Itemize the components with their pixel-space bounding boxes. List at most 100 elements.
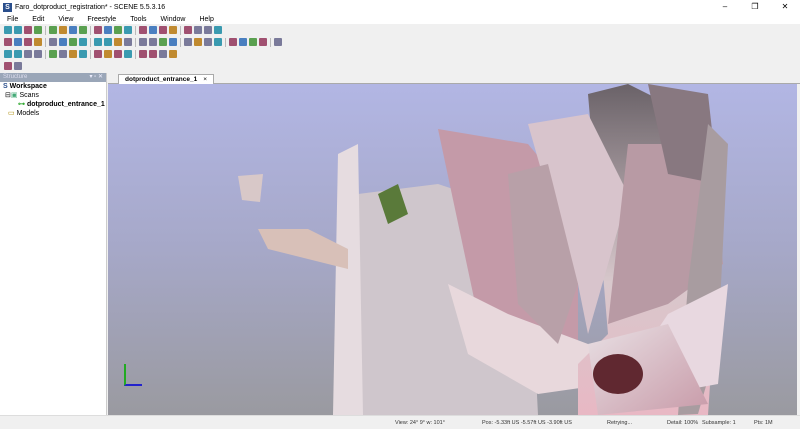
orbit-icon[interactable]	[124, 38, 132, 46]
3d-view-icon[interactable]	[69, 26, 77, 34]
filter-icon[interactable]	[169, 26, 177, 34]
unlink-icon[interactable]	[34, 38, 42, 46]
home-icon[interactable]	[94, 26, 102, 34]
toolbar-separator	[90, 37, 91, 47]
window-split-icon[interactable]	[169, 50, 177, 58]
line-icon[interactable]	[14, 50, 22, 58]
menu-window[interactable]: Window	[154, 16, 193, 23]
tab-close-icon[interactable]: ×	[203, 76, 207, 83]
rectangle-icon[interactable]	[69, 50, 77, 58]
camera-icon[interactable]	[159, 38, 167, 46]
menu-tools[interactable]: Tools	[123, 16, 153, 23]
register-icon[interactable]	[59, 38, 67, 46]
menu-view[interactable]: View	[51, 16, 80, 23]
status-bar: View: 24° 9° w: 101° Pos: -5.33ft US -5.…	[0, 415, 800, 429]
workspace-icon: S	[3, 83, 10, 90]
maximize-button[interactable]: ❐	[740, 0, 770, 14]
structure-icon[interactable]	[14, 62, 22, 70]
settings-icon[interactable]	[184, 26, 192, 34]
status-subsample: Subsample: 1	[702, 420, 736, 426]
toolbar-measure	[0, 48, 178, 60]
cube-front-icon[interactable]	[79, 38, 87, 46]
measure-icon[interactable]	[259, 38, 267, 46]
sphere-icon[interactable]	[14, 38, 22, 46]
cube-icon[interactable]	[214, 26, 222, 34]
grid-icon[interactable]	[204, 38, 212, 46]
cylinder-icon[interactable]	[114, 50, 122, 58]
save-icon[interactable]	[24, 26, 32, 34]
window-cascade-icon[interactable]	[159, 50, 167, 58]
toolbar-view	[0, 36, 283, 48]
circle-icon[interactable]	[104, 50, 112, 58]
layers-icon[interactable]	[4, 62, 12, 70]
window-title: Faro_dotproduct_registration* - SCENE 5.…	[15, 3, 166, 11]
cube-icon[interactable]	[204, 26, 212, 34]
print-icon[interactable]	[34, 26, 42, 34]
view-icon[interactable]	[159, 26, 167, 34]
toolbar-layers	[0, 60, 23, 72]
scan-icon[interactable]	[59, 26, 67, 34]
point-icon[interactable]	[4, 50, 12, 58]
pan-icon[interactable]	[149, 38, 157, 46]
scans-folder-icon: ▣	[10, 92, 18, 99]
toolbar-separator	[45, 49, 46, 59]
toolbar-separator	[135, 37, 136, 47]
3d-viewport[interactable]	[108, 84, 797, 415]
menu-freestyle[interactable]: Freestyle	[80, 16, 123, 23]
export-icon[interactable]	[124, 26, 132, 34]
help-icon[interactable]	[49, 26, 57, 34]
polygon-icon[interactable]	[34, 50, 42, 58]
tree-models[interactable]: ▭ Models	[0, 109, 106, 118]
toolbar-separator	[90, 25, 91, 35]
area-icon[interactable]	[49, 50, 57, 58]
mode-icon[interactable]	[194, 38, 202, 46]
scene-app-icon: S	[3, 2, 12, 12]
orbit-icon[interactable]	[114, 38, 122, 46]
tab-dotproduct-entrance[interactable]: dotproduct_entrance_1 ×	[118, 74, 215, 84]
grid-icon[interactable]	[229, 38, 237, 46]
close-button[interactable]: ✕	[770, 0, 800, 14]
point-cloud	[238, 84, 728, 415]
tree-workspace[interactable]: S Workspace	[0, 82, 106, 91]
layout-icon[interactable]	[149, 26, 157, 34]
flag-icon[interactable]	[94, 50, 102, 58]
minimize-button[interactable]: –	[710, 0, 740, 14]
cube-top-icon[interactable]	[104, 38, 112, 46]
panel-controls[interactable]: ▾ ▫ ✕	[90, 73, 104, 82]
window-icon[interactable]	[139, 50, 147, 58]
register-icon[interactable]	[69, 38, 77, 46]
redo-icon[interactable]	[114, 26, 122, 34]
2d-view-icon[interactable]	[79, 26, 87, 34]
line-icon[interactable]	[79, 50, 87, 58]
menu-help[interactable]: Help	[192, 16, 220, 23]
cube-icon[interactable]	[274, 38, 282, 46]
render-icon[interactable]	[184, 38, 192, 46]
angle-icon[interactable]	[59, 50, 67, 58]
tree-scans[interactable]: ⊟▣ Scans	[0, 91, 106, 100]
mesh-icon[interactable]	[169, 38, 177, 46]
new-project-icon[interactable]	[4, 26, 12, 34]
undo-icon[interactable]	[104, 26, 112, 34]
cube-side-icon[interactable]	[94, 38, 102, 46]
window-tile-icon[interactable]	[149, 50, 157, 58]
toolbar-separator	[90, 49, 91, 59]
menu-edit[interactable]: Edit	[25, 16, 51, 23]
link-icon[interactable]	[24, 38, 32, 46]
open-icon[interactable]	[14, 26, 22, 34]
status-detail: Detail: 100%	[667, 420, 699, 426]
axis-indicator-icon	[124, 364, 142, 386]
status-state: Retrying...	[607, 420, 633, 426]
target-icon[interactable]	[49, 38, 57, 46]
grid-icon[interactable]	[249, 38, 257, 46]
select-icon[interactable]	[4, 38, 12, 46]
globe-icon[interactable]	[194, 26, 202, 34]
toolbar-separator	[135, 49, 136, 59]
grid-icon[interactable]	[239, 38, 247, 46]
tree-scan-item[interactable]: ⊶ dotproduct_entrance_1	[0, 100, 106, 109]
import-icon[interactable]	[139, 26, 147, 34]
menu-file[interactable]: File	[0, 16, 25, 23]
corner-icon[interactable]	[124, 50, 132, 58]
grid-icon[interactable]	[214, 38, 222, 46]
zoom-icon[interactable]	[139, 38, 147, 46]
polyline-icon[interactable]	[24, 50, 32, 58]
